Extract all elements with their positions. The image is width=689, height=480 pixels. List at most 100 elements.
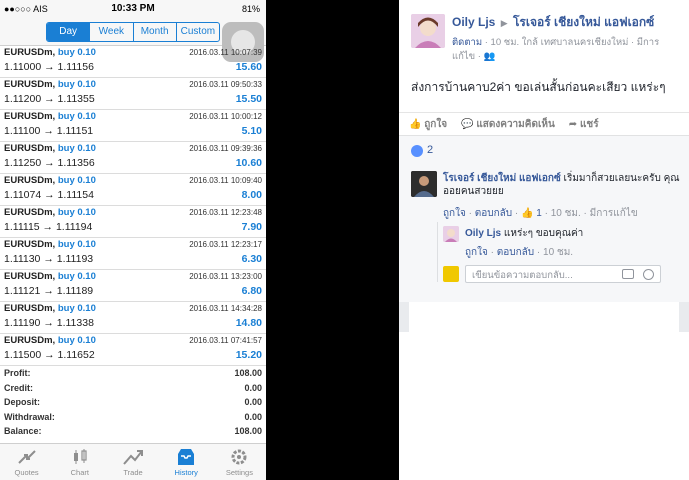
post-text: ส่งการบ้านคาบ2ค่า ขอเล่นสั้นก่อนคะเสียว … xyxy=(411,80,666,94)
comment-like-link[interactable]: ถูกใจ xyxy=(443,208,466,219)
segment-custom[interactable]: Custom xyxy=(175,23,219,41)
trade-datetime: 2016.03.11 10:00:12 xyxy=(189,112,262,121)
follow-link[interactable]: ติดตาม xyxy=(452,37,482,48)
reply-text: แหร่ะๆ ขอบคุณค่า xyxy=(503,228,584,239)
trade-row[interactable]: EURUSDm, buy 0.10 2016.03.11 13:23:00 1.… xyxy=(0,270,266,302)
like-badge-icon[interactable] xyxy=(411,145,423,157)
trade-prices: 1.11115 → 1.11194 xyxy=(4,221,93,233)
trade-profit: 5.10 xyxy=(241,125,262,137)
emoji-icon[interactable] xyxy=(643,269,654,280)
trade-row[interactable]: EURUSDm, buy 0.10 2016.03.11 10:00:12 1.… xyxy=(0,110,266,142)
tab-quotes[interactable]: Quotes xyxy=(0,444,53,480)
trade-prices: 1.11500 → 1.11652 xyxy=(4,349,95,361)
replier-avatar[interactable] xyxy=(443,226,459,242)
trade-profit: 14.80 xyxy=(235,317,262,329)
profile-photo xyxy=(411,171,437,197)
reply-thread-line xyxy=(437,222,438,282)
group-name[interactable]: โรเจอร์ เชียงใหม่ แอฟเอกซ์ xyxy=(513,15,654,29)
period-segmented-control: Day Week Month Custom xyxy=(46,22,220,42)
reaction-count[interactable]: 2 xyxy=(427,144,433,156)
trade-prices: 1.11190 → 1.11338 xyxy=(4,317,94,329)
trade-action: buy 0.10 xyxy=(57,175,96,186)
trade-row[interactable]: EURUSDm, buy 0.10 2016.03.11 07:41:57 1.… xyxy=(0,334,266,366)
trade-symbol: EURUSDm, buy 0.10 xyxy=(4,47,96,58)
comment-body: โรเจอร์ เชียงใหม่ แอฟเอกซ์ เริ่มมาก็สวยเ… xyxy=(443,172,683,198)
comment-icon: 💬 xyxy=(461,119,474,130)
settings-icon xyxy=(231,449,247,465)
reply-input[interactable]: เขียนข้อความตอบกลับ... xyxy=(465,265,661,283)
trade-datetime: 2016.03.11 09:39:36 xyxy=(189,144,262,153)
trade-action: buy 0.10 xyxy=(57,143,96,154)
trade-datetime: 2016.03.11 14:34:28 xyxy=(189,304,262,313)
segment-month[interactable]: Month xyxy=(132,23,176,41)
trade-action: buy 0.10 xyxy=(57,47,96,58)
trade-action: buy 0.10 xyxy=(57,239,96,250)
reactions-bar: 2 xyxy=(399,135,689,165)
segment-day[interactable]: Day xyxy=(47,23,90,41)
comment-reply-link[interactable]: ตอบกลับ xyxy=(475,208,512,219)
triangle-right-icon: ▶ xyxy=(500,18,508,28)
chart-icon xyxy=(73,449,87,464)
trade-action: buy 0.10 xyxy=(57,111,96,122)
tab-history[interactable]: History xyxy=(160,444,213,480)
trade-prices: 1.11200 → 1.11355 xyxy=(4,93,95,105)
trade-symbol: EURUSDm, buy 0.10 xyxy=(4,335,96,346)
segment-week[interactable]: Week xyxy=(89,23,132,41)
trade-action: buy 0.10 xyxy=(57,207,96,218)
tab-trade[interactable]: Trade xyxy=(106,444,159,480)
trade-action: buy 0.10 xyxy=(57,271,96,282)
tab-chart[interactable]: Chart xyxy=(53,444,106,480)
replier-name[interactable]: Oily Ljs xyxy=(465,228,501,239)
trade-prices: 1.11250 → 1.11356 xyxy=(4,157,95,169)
like-button[interactable]: 👍 ถูกใจ xyxy=(409,113,447,132)
trade-prices: 1.11130 → 1.11193 xyxy=(4,253,94,265)
trade-profit: 15.20 xyxy=(235,349,262,361)
author-name[interactable]: Oily Ljs xyxy=(452,15,495,29)
trade-prices: 1.11121 → 1.11189 xyxy=(4,285,94,297)
trade-row[interactable]: EURUSDm, buy 0.10 2016.03.11 12:23:17 1.… xyxy=(0,238,266,270)
ios-status-bar: ●●○○○ AIS 10:33 PM 81% xyxy=(0,0,266,18)
trade-row[interactable]: EURUSDm, buy 0.10 2016.03.11 14:34:28 1.… xyxy=(0,302,266,334)
comments-section: โรเจอร์ เชียงใหม่ แอฟเอกซ์ เริ่มมาก็สวยเ… xyxy=(399,165,689,302)
trade-symbol: EURUSDm, buy 0.10 xyxy=(4,303,96,314)
share-button[interactable]: ➦ แชร์ xyxy=(569,113,599,132)
trade-prices: 1.11000 → 1.11156 xyxy=(4,61,94,73)
author-avatar[interactable] xyxy=(411,14,445,48)
trade-profit: 8.00 xyxy=(241,189,262,201)
share-arrow-icon: ➦ xyxy=(568,119,578,130)
trade-prices: 1.11100 → 1.11151 xyxy=(4,125,94,137)
comment-button[interactable]: 💬 แสดงความคิดเห็น xyxy=(461,113,555,132)
reply-reply-link[interactable]: ตอบกลับ xyxy=(497,247,534,258)
page-background xyxy=(399,332,689,480)
comment-edited[interactable]: มีการแก้ไข xyxy=(590,208,638,219)
summary-withdrawal: Withdrawal: 0.00 xyxy=(4,411,262,422)
trade-datetime: 2016.03.11 13:23:00 xyxy=(189,272,262,281)
reply-time: · 10 ชม. xyxy=(536,247,574,258)
trade-datetime: 2016.03.11 12:23:48 xyxy=(189,208,262,217)
trade-prices: 1.11074 → 1.11154 xyxy=(4,189,94,201)
summary-profit: Profit: 108.00 xyxy=(4,368,262,378)
reply-like-link[interactable]: ถูกใจ xyxy=(465,247,488,258)
comment-thumbs-up-icon: 👍 xyxy=(521,208,534,219)
comment-like-count[interactable]: 1 xyxy=(536,208,542,219)
summary-credit: Credit: 0.00 xyxy=(4,382,262,393)
trade-symbol: EURUSDm, buy 0.10 xyxy=(4,239,96,250)
post-card: Oily Ljs ▶ โรเจอร์ เชียงใหม่ แอฟเอกซ์ ติ… xyxy=(399,0,689,135)
current-user-avatar xyxy=(443,266,459,282)
empty-card xyxy=(409,302,679,332)
trade-symbol: EURUSDm, buy 0.10 xyxy=(4,271,96,282)
trade-row[interactable]: EURUSDm, buy 0.10 2016.03.11 12:23:48 1.… xyxy=(0,206,266,238)
trade-row[interactable]: EURUSDm, buy 0.10 2016.03.11 10:07:39 1.… xyxy=(0,46,266,78)
commenter-name[interactable]: โรเจอร์ เชียงใหม่ แอฟเอกซ์ xyxy=(443,173,561,184)
reply-body: Oily Ljs แหร่ะๆ ขอบคุณค่า xyxy=(465,227,675,240)
friends-icon: 👥 xyxy=(483,51,496,62)
trade-profit: 7.90 xyxy=(241,221,262,233)
trade-icon xyxy=(123,450,143,465)
trade-row[interactable]: EURUSDm, buy 0.10 2016.03.11 09:50:33 1.… xyxy=(0,78,266,110)
post-actions: 👍 ถูกใจ 💬 แสดงความคิดเห็น ➦ แชร์ xyxy=(399,112,689,132)
camera-icon[interactable] xyxy=(622,269,634,279)
commenter-avatar[interactable] xyxy=(411,171,437,197)
trade-row[interactable]: EURUSDm, buy 0.10 2016.03.11 10:09:40 1.… xyxy=(0,174,266,206)
trade-row[interactable]: EURUSDm, buy 0.10 2016.03.11 09:39:36 1.… xyxy=(0,142,266,174)
tab-settings[interactable]: Settings xyxy=(213,444,266,480)
